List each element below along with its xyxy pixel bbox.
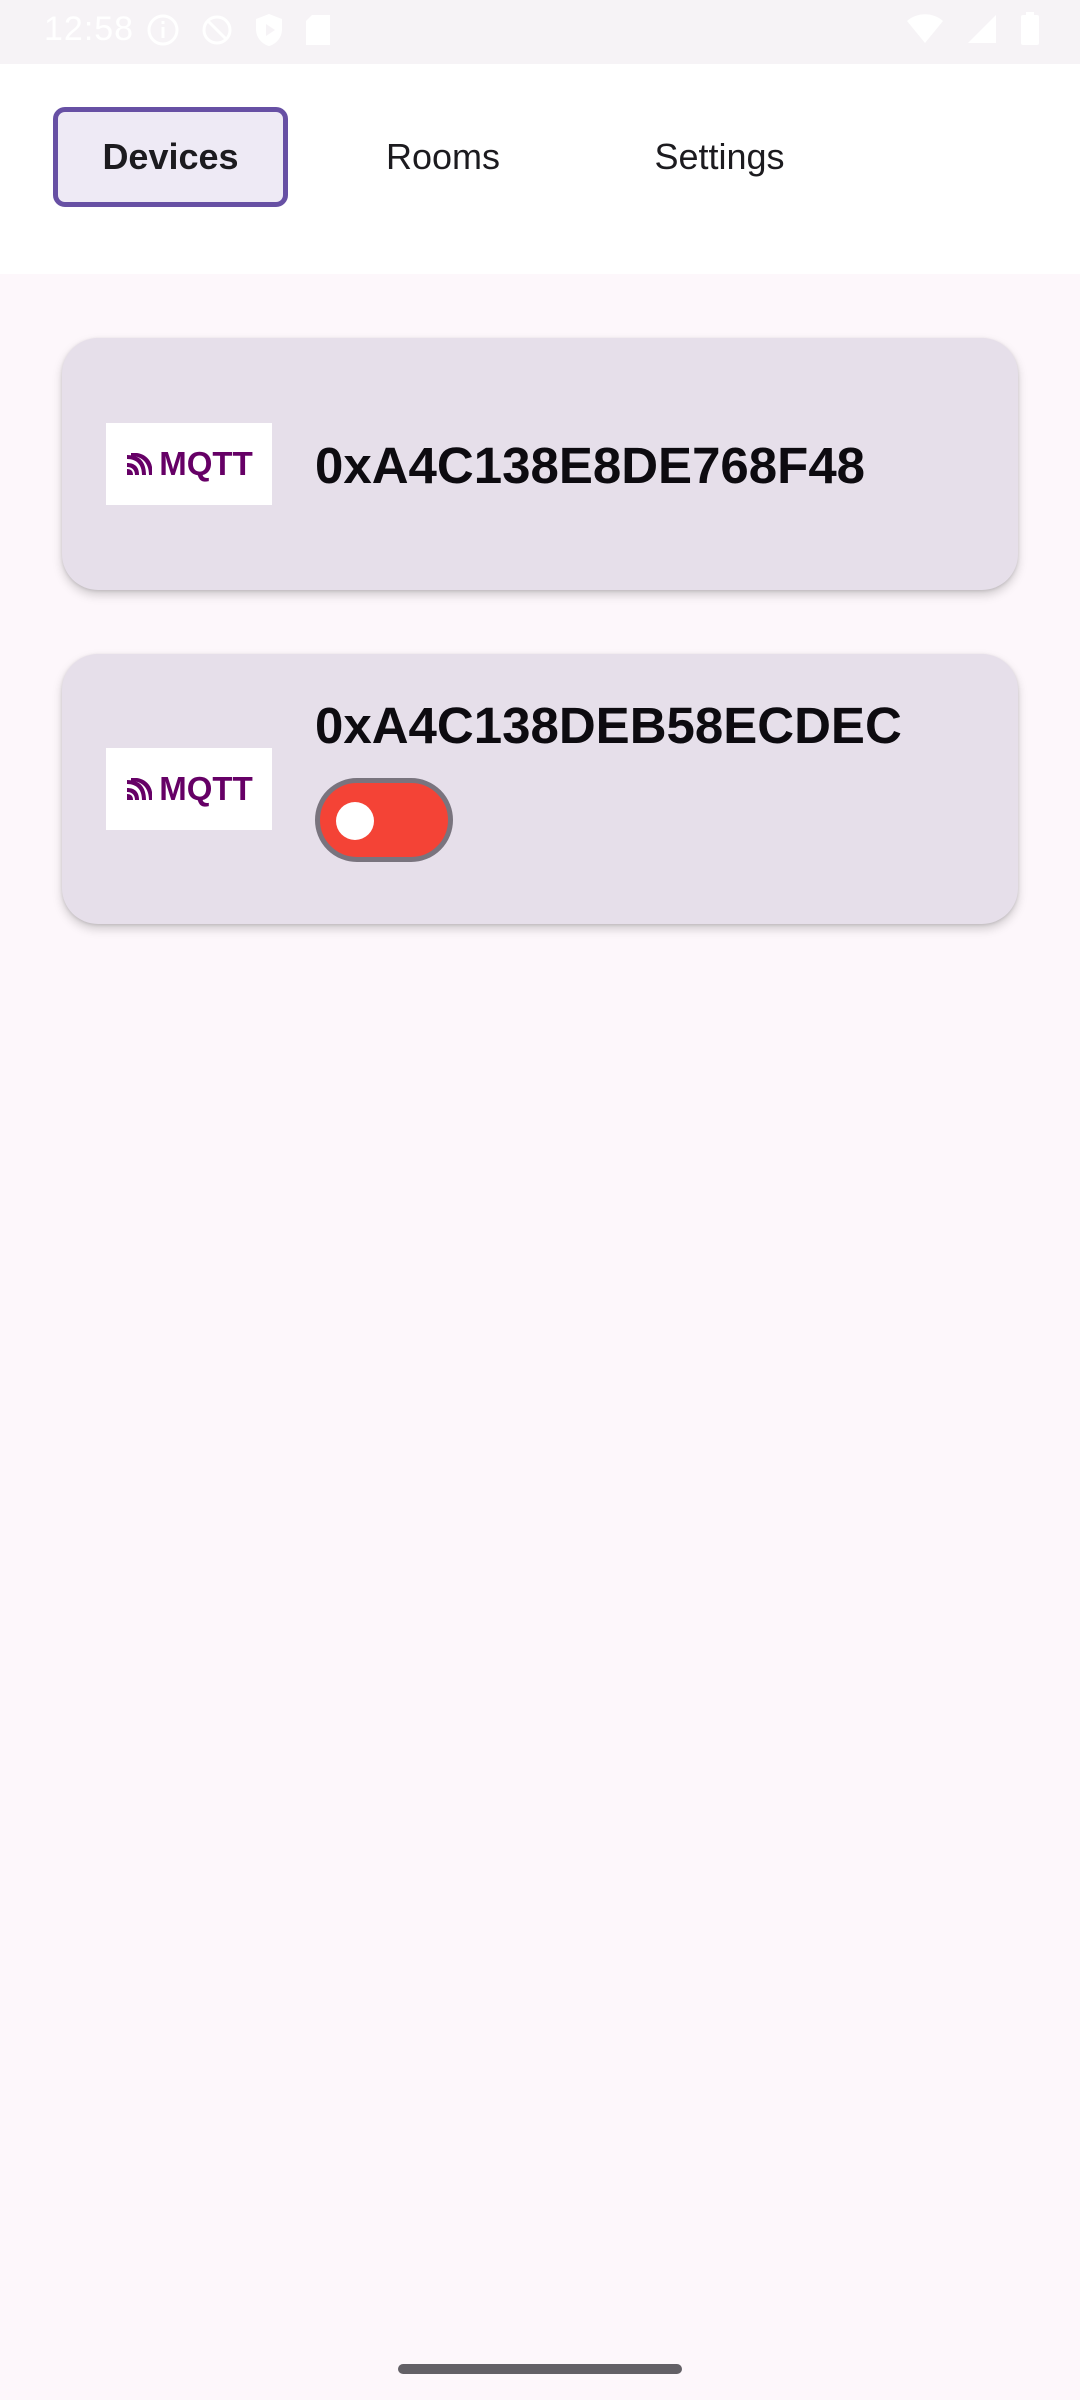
wifi-icon — [907, 14, 943, 43]
no-disturb-icon — [202, 15, 232, 45]
mqtt-logo-text: MQTT — [159, 770, 253, 807]
tab-settings[interactable]: Settings — [617, 107, 822, 207]
signal-icon — [968, 15, 996, 43]
device-power-toggle[interactable] — [315, 778, 453, 862]
tab-rooms[interactable]: Rooms — [352, 107, 534, 207]
tab-bar: Devices Rooms Settings — [0, 64, 1080, 274]
status-right-icons — [906, 12, 1040, 46]
tab-rooms-label: Rooms — [385, 136, 501, 177]
device-name: 0xA4C138DEB58ECDEC — [315, 697, 902, 754]
mqtt-logo-icon — [127, 453, 153, 475]
mqtt-logo: MQTT — [106, 423, 272, 505]
tab-settings-label: Settings — [654, 136, 785, 177]
tab-devices-label: Devices — [102, 136, 239, 177]
shield-icon — [256, 14, 282, 46]
toggle-knob — [336, 802, 374, 840]
home-indicator[interactable] — [398, 2364, 682, 2374]
status-bar: 12:58 — [0, 0, 1080, 64]
device-card[interactable]: MQTT 0xA4C138DEB58ECDEC — [62, 654, 1018, 924]
mqtt-logo: MQTT — [106, 748, 272, 830]
tab-devices[interactable]: Devices — [53, 107, 288, 207]
sd-card-icon — [306, 15, 330, 45]
status-left-icons — [146, 12, 332, 48]
info-icon — [147, 14, 179, 46]
battery-icon — [1021, 12, 1039, 45]
mqtt-logo-icon — [127, 778, 153, 800]
device-card[interactable]: MQTT 0xA4C138E8DE768F48 — [62, 338, 1018, 590]
status-time: 12:58 — [44, 10, 135, 48]
mqtt-logo-text: MQTT — [159, 445, 253, 482]
device-name: 0xA4C138E8DE768F48 — [315, 437, 866, 494]
